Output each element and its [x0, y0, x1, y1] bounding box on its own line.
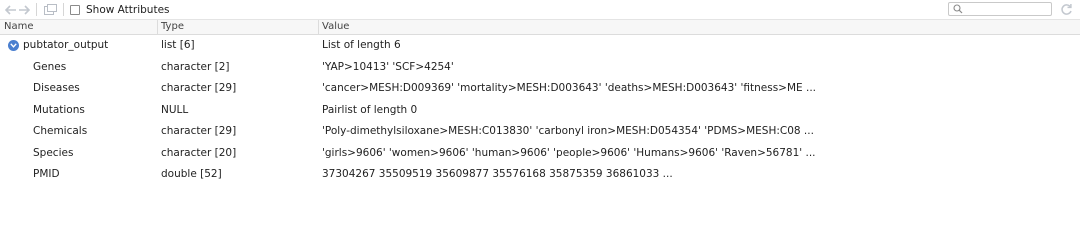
item-value: 'YAP>10413' 'SCF>4254' [322, 60, 454, 73]
refresh-icon [1060, 3, 1072, 15]
forward-arrow-icon[interactable] [17, 4, 30, 16]
item-name: PMID [33, 168, 60, 180]
toolbar-left: Show Attributes [0, 3, 170, 16]
column-divider[interactable] [318, 20, 319, 34]
item-type: double [52] [161, 168, 222, 180]
column-header-name[interactable]: Name [4, 20, 34, 34]
item-value: 'cancer>MESH:D009369' 'mortality>MESH:D0… [322, 82, 817, 94]
column-header-type[interactable]: Type [161, 20, 184, 34]
collapse-icon[interactable] [8, 40, 19, 51]
item-type: NULL [161, 103, 189, 116]
item-name: Chemicals [33, 125, 88, 137]
item-type: character [29] [161, 125, 237, 137]
item-value: 'girls>9606' 'women>9606' 'human>9606' '… [322, 146, 816, 159]
item-name: Species [33, 146, 74, 159]
show-attributes-checkbox[interactable] [70, 4, 80, 15]
tree-root-row[interactable]: pubtator_output list [6] List of length … [0, 35, 1080, 57]
search-input[interactable] [948, 2, 1052, 16]
toolbar: Show Attributes [0, 0, 1080, 20]
item-type: character [29] [161, 82, 237, 94]
item-type: character [2] [161, 60, 230, 73]
filter-icon[interactable] [43, 4, 57, 16]
tree-item-row[interactable]: PMID double [52] 37304267 35509519 35609… [0, 164, 1080, 186]
item-name: Mutations [33, 103, 85, 116]
tree-item-row[interactable]: Diseases character [29] 'cancer>MESH:D00… [0, 78, 1080, 100]
refresh-button[interactable] [1059, 2, 1073, 16]
item-type: character [20] [161, 146, 237, 159]
root-name: pubtator_output [23, 39, 109, 51]
root-type: list [6] [161, 39, 195, 51]
column-divider[interactable] [157, 20, 158, 34]
search-icon [953, 4, 963, 14]
toolbar-separator [36, 3, 37, 16]
item-value: Pairlist of length 0 [322, 103, 418, 116]
item-name: Genes [33, 60, 67, 73]
tree-item-row[interactable]: Genes character [2] 'YAP>10413' 'SCF>425… [0, 57, 1080, 79]
toolbar-separator [63, 3, 64, 16]
show-attributes-label: Show Attributes [86, 3, 170, 16]
tree-item-row[interactable]: Chemicals character [29] 'Poly-dimethyls… [0, 121, 1080, 143]
item-value: 'Poly-dimethylsiloxane>MESH:C013830' 'ca… [322, 125, 814, 137]
environment-tree: pubtator_output list [6] List of length … [0, 35, 1080, 186]
tree-item-row[interactable]: Species character [20] 'girls>9606' 'wom… [0, 143, 1080, 165]
back-arrow-icon[interactable] [4, 4, 17, 16]
root-value: List of length 6 [322, 39, 401, 51]
item-value: 37304267 35509519 35609877 35576168 3587… [322, 168, 673, 180]
tree-item-row[interactable]: Mutations NULL Pairlist of length 0 [0, 100, 1080, 122]
column-header-row: Name Type Value [0, 20, 1080, 35]
item-name: Diseases [33, 82, 80, 94]
column-header-value[interactable]: Value [322, 20, 349, 34]
